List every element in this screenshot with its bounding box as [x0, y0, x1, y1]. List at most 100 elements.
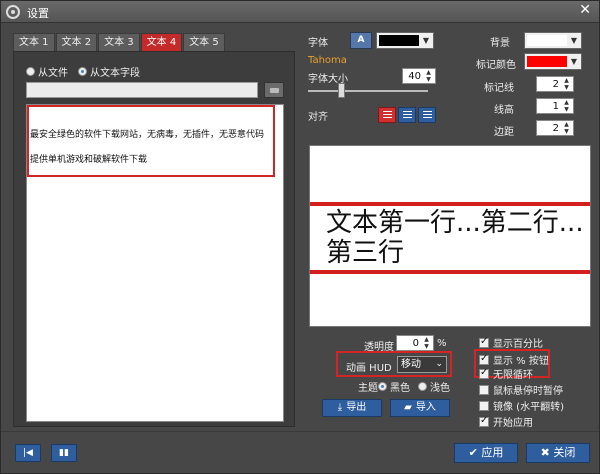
checkbox-indicator [479, 367, 489, 379]
tab-text-2[interactable]: 文本 2 [55, 33, 98, 51]
file-path-input[interactable] [26, 82, 258, 98]
align-left-icon [383, 111, 392, 120]
highlight-box [27, 105, 275, 177]
background-color-swatch [527, 35, 567, 46]
font-name: Tahoma [308, 55, 347, 66]
radio-indicator [26, 67, 35, 76]
check-icon: ✔ [468, 446, 482, 459]
pause-button[interactable]: ▮▮ [51, 444, 77, 462]
option-show-percent[interactable]: 显示百分比 [479, 335, 543, 350]
mark-color-label: 标记颜色 [476, 60, 516, 71]
tab-text-5[interactable]: 文本 5 [183, 33, 225, 51]
font-size-slider-thumb[interactable] [338, 83, 345, 98]
align-right-icon [423, 111, 432, 120]
background-label: 背景 [490, 38, 510, 49]
tab-text-1[interactable]: 文本 1 [13, 33, 55, 51]
text-tabs-panel: 文本 1 文本 2 文本 3 文本 4 文本 5 从文件 从文本字段 最安全绿色… [13, 33, 295, 427]
checkbox-label: 显示百分比 [493, 339, 543, 350]
line-height-value: 1 [552, 101, 559, 112]
margin-spinner[interactable]: 2 ▲ ▼ [536, 120, 574, 136]
checkbox-label: 显示 % 按钮 [493, 356, 549, 367]
mark-color-select[interactable]: ▼ [524, 53, 582, 70]
chevron-down-icon: ▼ [570, 57, 578, 66]
skip-back-icon: |◀ [23, 448, 33, 458]
align-left-button[interactable] [378, 107, 396, 123]
apply-button[interactable]: ✔ 应用 [454, 443, 518, 463]
apply-label: 应用 [481, 446, 504, 459]
transparency-value: 0 [412, 338, 419, 349]
mark-color-swatch [527, 56, 567, 67]
animation-select[interactable]: 移动 ⌄ [397, 356, 447, 373]
window-close-button[interactable]: ✕ [579, 2, 591, 18]
close-button[interactable]: ✖ 关闭 [526, 443, 590, 463]
align-label: 对齐 [308, 112, 328, 123]
spinner-arrows-icon[interactable]: ▲ ▼ [421, 336, 432, 350]
text-line-1: 最安全绿色的软件下载网站，无病毒，无插件，无恶意代码 [30, 130, 265, 140]
tab-text-4[interactable]: 文本 4 [140, 33, 183, 51]
font-picker-button[interactable]: A [350, 32, 372, 49]
spinner-arrows-icon[interactable]: ▲ ▼ [561, 99, 572, 113]
export-button[interactable]: ⤓ 导出 [322, 399, 382, 417]
bottom-mark-line [310, 270, 590, 274]
spinner-arrows-icon[interactable]: ▲ ▼ [423, 69, 434, 83]
close-label: 关闭 [553, 446, 576, 459]
font-color-select[interactable]: ▼ [376, 32, 434, 49]
align-center-button[interactable] [398, 107, 416, 123]
option-start-apply[interactable]: 开始应用 [479, 414, 533, 429]
gear-icon [6, 5, 20, 19]
radio-theme-dark[interactable]: 黑色 [378, 379, 410, 394]
close-icon: ✖ [540, 446, 554, 459]
checkbox-label: 镜像 (水平翻转) [493, 402, 564, 413]
import-button[interactable]: ▰ 导入 [390, 399, 450, 417]
folder-open-icon: ▰ [404, 402, 412, 413]
preview-text: 文本第一行...第二行...第三行 [326, 208, 584, 268]
font-color-swatch [379, 35, 419, 46]
animation-label: 动画 HUD [346, 363, 392, 374]
checkbox-indicator [479, 400, 489, 411]
radio-from-file[interactable]: 从文件 [26, 64, 68, 79]
spinner-arrows-icon[interactable]: ▲ ▼ [561, 121, 572, 135]
tab-text-3[interactable]: 文本 3 [98, 33, 140, 51]
first-button[interactable]: |◀ [15, 444, 41, 462]
export-label: 导出 [346, 402, 367, 413]
text-preview: 文本第一行...第二行...第三行 [309, 145, 591, 327]
background-color-select[interactable]: ▼ [524, 32, 582, 49]
option-pause-on-hover[interactable]: 鼠标悬停时暂停 [479, 382, 563, 397]
spinner-arrows-icon[interactable]: ▲ ▼ [561, 77, 572, 91]
transparency-spinner[interactable]: 0 ▲ ▼ [396, 335, 434, 351]
settings-window: 设置 ✕ 文本 1 文本 2 文本 3 文本 4 文本 5 从文件 从文本字段 [0, 0, 600, 474]
window-title: 设置 [27, 7, 49, 20]
pause-icon: ▮▮ [59, 448, 69, 458]
option-mirror[interactable]: 镜像 (水平翻转) [479, 398, 564, 413]
option-show-percent-button[interactable]: 显示 % 按钮 [479, 352, 549, 367]
radio-theme-light[interactable]: 浅色 [418, 379, 450, 394]
radio-indicator [418, 382, 427, 391]
text-content-area[interactable]: 最安全绿色的软件下载网站，无病毒，无插件，无恶意代码 提供单机游戏和破解软件下载 [26, 104, 284, 422]
mark-line-value: 2 [552, 79, 559, 90]
checkbox-label: 开始应用 [493, 418, 533, 429]
radio-label: 从文件 [38, 68, 68, 79]
font-size-slider-track[interactable] [308, 90, 428, 92]
checkbox-label: 鼠标悬停时暂停 [493, 386, 563, 397]
checkbox-label: 无限循环 [493, 370, 533, 381]
align-center-icon [403, 111, 412, 120]
checkbox-indicator [479, 353, 489, 365]
radio-label: 浅色 [430, 383, 450, 394]
mark-line-spinner[interactable]: 2 ▲ ▼ [536, 76, 574, 92]
import-label: 导入 [415, 402, 436, 413]
chevron-down-icon: ⌄ [435, 359, 443, 369]
font-size-value: 40 [408, 71, 421, 82]
radio-indicator [378, 382, 387, 391]
option-infinite-loop[interactable]: 无限循环 [479, 366, 533, 381]
tab-strip: 文本 1 文本 2 文本 3 文本 4 文本 5 [13, 33, 226, 51]
browse-file-button[interactable] [264, 82, 284, 98]
mark-line-label: 标记线 [484, 83, 514, 94]
download-icon: ⤓ [337, 402, 343, 413]
line-height-spinner[interactable]: 1 ▲ ▼ [536, 98, 574, 114]
transparency-unit: % [437, 338, 447, 349]
animation-value: 移动 [401, 359, 421, 370]
radio-indicator [78, 67, 87, 76]
radio-from-text-field[interactable]: 从文本字段 [78, 64, 140, 79]
font-size-spinner[interactable]: 40 ▲ ▼ [402, 68, 436, 84]
align-right-button[interactable] [418, 107, 436, 123]
